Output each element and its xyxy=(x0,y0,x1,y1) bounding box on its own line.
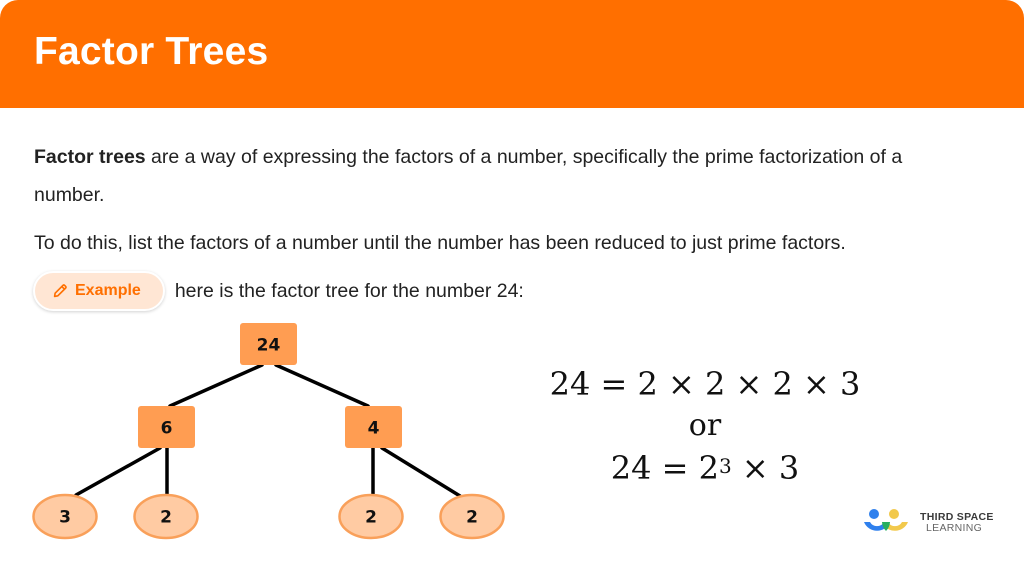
node-label: 4 xyxy=(368,419,380,439)
edge-4-2b xyxy=(380,446,462,498)
intro-paragraph: Factor trees are a way of expressing the… xyxy=(34,138,974,214)
example-badge: Example xyxy=(33,271,165,311)
tree-edges xyxy=(74,363,462,498)
tree-leaf-2a: 2 xyxy=(133,493,199,540)
tree-leaf-2b: 2 xyxy=(338,493,404,540)
logo-line2: LEARNING xyxy=(926,522,983,534)
edge-6-3 xyxy=(74,446,162,497)
example-label: Example xyxy=(75,282,141,299)
factor-tree-diagram: 24 6 4 3 2 2 2 xyxy=(0,315,540,555)
instruction-paragraph: To do this, list the factors of a number… xyxy=(34,232,846,254)
edge-24-4 xyxy=(274,363,370,408)
page-title: Factor Trees xyxy=(34,30,269,73)
logo-icon xyxy=(862,508,910,538)
tree-node-4: 4 xyxy=(345,406,402,448)
equation-tail: × 3 xyxy=(731,449,800,487)
equation-exponent: 3 xyxy=(718,454,732,478)
example-row: Example here is the factor tree for the … xyxy=(33,271,524,311)
equation-expanded: 24 = 2 × 2 × 2 × 3 xyxy=(549,365,861,403)
leaf-label: 2 xyxy=(365,508,377,528)
intro-text: are a way of expressing the factors of a… xyxy=(34,146,903,206)
intro-bold-term: Factor trees xyxy=(34,146,146,168)
tree-node-6: 6 xyxy=(138,406,195,448)
header-banner: Factor Trees xyxy=(0,0,1024,108)
third-space-learning-logo: THIRD SPACE LEARNING xyxy=(862,508,994,538)
leaf-label: 2 xyxy=(160,508,172,528)
equation-index-form: 24 = 23 × 3 xyxy=(540,446,870,490)
tree-leaf-2c: 2 xyxy=(439,493,505,540)
tree-node-root: 24 xyxy=(240,323,297,365)
example-text: here is the factor tree for the number 2… xyxy=(174,279,524,302)
node-label: 6 xyxy=(161,419,173,439)
leaf-label: 3 xyxy=(59,508,71,528)
node-label: 24 xyxy=(257,336,281,356)
edge-24-6 xyxy=(168,363,264,408)
pencil-icon xyxy=(51,282,69,300)
equations-block: 24 = 2 × 2 × 2 × 3 or 24 = 23 × 3 xyxy=(540,362,870,490)
leaf-label: 2 xyxy=(466,508,478,528)
equation-or: or xyxy=(688,408,722,443)
tree-leaf-3: 3 xyxy=(32,493,98,540)
equation-base: 24 = 2 xyxy=(610,449,719,487)
